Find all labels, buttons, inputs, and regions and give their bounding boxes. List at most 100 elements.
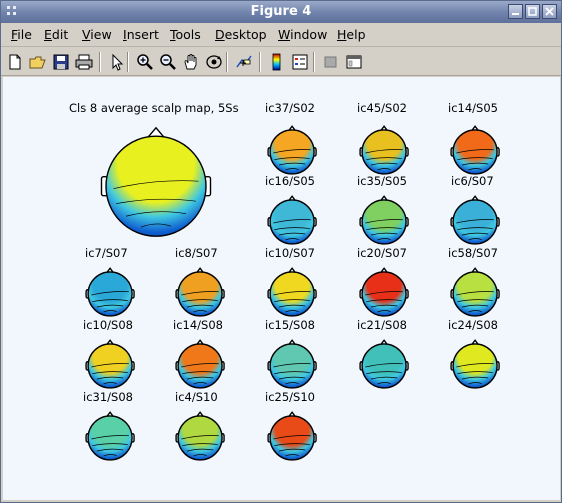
menu-edit[interactable]: Edit bbox=[44, 27, 68, 42]
menu-window[interactable]: Window bbox=[278, 27, 327, 42]
scalp-map[interactable] bbox=[359, 267, 409, 322]
scalp-map[interactable] bbox=[175, 411, 225, 466]
print-icon bbox=[75, 54, 93, 70]
scalp-map-label: ic24/S08 bbox=[448, 318, 498, 332]
title-bar[interactable]: Figure 4 bbox=[1, 1, 561, 23]
rotate-3d-icon bbox=[206, 55, 222, 69]
toolbar-separator bbox=[313, 52, 315, 72]
scalp-map-label: ic31/S08 bbox=[83, 390, 133, 404]
scalp-map-graphic bbox=[450, 339, 500, 389]
maximize-button[interactable] bbox=[525, 4, 540, 19]
scalp-map-label: ic25/S10 bbox=[265, 390, 315, 404]
plot-browser-button[interactable] bbox=[321, 52, 341, 72]
property-editor-icon bbox=[346, 55, 362, 69]
plot-browser-icon bbox=[324, 56, 337, 68]
scalp-map-label: ic16/S05 bbox=[265, 174, 315, 188]
figure-window: Figure 4 File Edit View Insert Tools Desktop W… bbox=[0, 0, 562, 503]
scalp-map-graphic bbox=[450, 195, 500, 245]
scalp-map[interactable] bbox=[359, 339, 409, 394]
menu-insert[interactable]: Insert bbox=[123, 27, 159, 42]
scalp-map[interactable] bbox=[175, 267, 225, 322]
scalp-map-label: ic8/S07 bbox=[175, 246, 218, 260]
toolbar-separator bbox=[226, 52, 228, 72]
scalp-map[interactable] bbox=[450, 267, 500, 322]
scalp-map[interactable] bbox=[267, 339, 317, 394]
close-icon bbox=[545, 7, 554, 16]
scalp-map-label: ic14/S08 bbox=[173, 318, 223, 332]
select-arrow-button[interactable] bbox=[107, 52, 127, 72]
menu-desktop[interactable]: Desktop bbox=[215, 27, 267, 42]
scalp-map-graphic bbox=[85, 267, 135, 317]
zoom-out-icon bbox=[160, 54, 176, 70]
scalp-map-label: ic21/S08 bbox=[357, 318, 407, 332]
scalp-map-label: ic10/S08 bbox=[83, 318, 133, 332]
scalp-map-label: ic20/S07 bbox=[357, 246, 407, 260]
scalp-map[interactable] bbox=[267, 125, 317, 180]
scalp-map-graphic bbox=[267, 267, 317, 317]
scalp-map-label: ic6/S07 bbox=[451, 174, 494, 188]
open-file-icon bbox=[29, 56, 46, 69]
scalp-map[interactable] bbox=[85, 339, 135, 394]
scalp-map[interactable] bbox=[359, 125, 409, 180]
scalp-map[interactable] bbox=[175, 339, 225, 394]
menu-tools[interactable]: Tools bbox=[170, 27, 201, 42]
minimize-button[interactable] bbox=[508, 4, 523, 19]
scalp-map-label: ic15/S08 bbox=[265, 318, 315, 332]
window-title: Figure 4 bbox=[250, 4, 312, 19]
scalp-map-graphic bbox=[267, 125, 317, 175]
scalp-map-graphic bbox=[175, 339, 225, 389]
menu-file[interactable]: File bbox=[11, 27, 32, 42]
scalp-map[interactable] bbox=[267, 411, 317, 466]
scalp-map[interactable] bbox=[267, 195, 317, 250]
scalp-map-label: ic4/S10 bbox=[175, 390, 218, 404]
scalp-map[interactable] bbox=[450, 339, 500, 394]
scalp-map-graphic bbox=[359, 125, 409, 175]
scalp-map[interactable] bbox=[85, 267, 135, 322]
data-cursor-icon bbox=[236, 55, 252, 68]
legend-button[interactable] bbox=[290, 52, 310, 72]
save-button[interactable] bbox=[51, 52, 71, 72]
scalp-map[interactable] bbox=[359, 195, 409, 250]
new-figure-button[interactable] bbox=[5, 52, 25, 72]
figure-toolbar bbox=[1, 48, 561, 76]
rotate-3d-button[interactable] bbox=[204, 52, 224, 72]
scalp-map-graphic bbox=[175, 411, 225, 461]
legend-icon bbox=[292, 54, 308, 70]
average-scalp-map[interactable] bbox=[99, 125, 213, 244]
scalp-map-label: ic37/S02 bbox=[265, 101, 315, 115]
close-button[interactable] bbox=[542, 4, 557, 19]
scalp-map-label: ic35/S05 bbox=[357, 174, 407, 188]
scalp-map-graphic bbox=[450, 125, 500, 175]
toolbar-separator bbox=[99, 52, 101, 72]
figure-canvas[interactable]: Cls 8 average scalp map, 5Ss ic37/S02 ic4… bbox=[3, 77, 560, 500]
scalp-map[interactable] bbox=[450, 125, 500, 180]
open-file-button[interactable] bbox=[28, 52, 48, 72]
menu-bar: File Edit View Insert Tools Desktop Window Help bbox=[1, 24, 561, 47]
property-editor-button[interactable] bbox=[344, 52, 364, 72]
minimize-icon bbox=[512, 13, 519, 15]
pan-hand-icon bbox=[184, 54, 197, 70]
zoom-out-button[interactable] bbox=[158, 52, 178, 72]
scalp-map-graphic bbox=[267, 195, 317, 245]
save-icon bbox=[53, 54, 69, 70]
toolbar-separator bbox=[259, 52, 261, 72]
data-cursor-button[interactable] bbox=[234, 52, 254, 72]
scalp-map[interactable] bbox=[450, 195, 500, 250]
menu-view[interactable]: View bbox=[82, 27, 112, 42]
zoom-in-button[interactable] bbox=[135, 52, 155, 72]
pan-hand-button[interactable] bbox=[181, 52, 201, 72]
select-arrow-icon bbox=[112, 53, 124, 71]
scalp-map-graphic bbox=[267, 411, 317, 461]
new-figure-icon bbox=[9, 54, 21, 70]
scalp-map-label: ic7/S07 bbox=[85, 246, 128, 260]
menu-help[interactable]: Help bbox=[337, 27, 366, 42]
scalp-map[interactable] bbox=[85, 411, 135, 466]
scalp-map-graphic bbox=[85, 411, 135, 461]
scalp-map-graphic bbox=[359, 339, 409, 389]
scalp-map-label: ic14/S05 bbox=[448, 101, 498, 115]
print-button[interactable] bbox=[74, 52, 94, 72]
scalp-map[interactable] bbox=[267, 267, 317, 322]
colorbar-button[interactable] bbox=[267, 52, 287, 72]
colorbar-icon bbox=[272, 53, 281, 71]
scalp-map-label: ic58/S07 bbox=[448, 246, 498, 260]
